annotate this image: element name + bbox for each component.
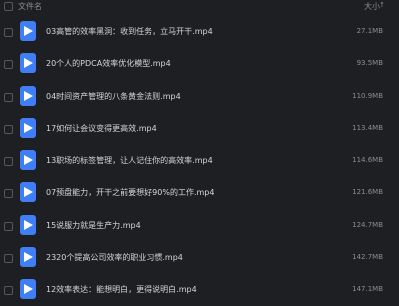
file-row[interactable]: 12效率表达：能想明白，更得说明白.mp4 147.1MB <box>0 274 399 306</box>
file-name[interactable]: 15说服力就是生产力.mp4 <box>46 220 141 231</box>
file-name[interactable]: 2320个提高公司效率的职业习惯.mp4 <box>46 252 183 263</box>
file-row[interactable]: 20个人的PDCA效率优化模型.mp4 93.5MB <box>0 48 399 80</box>
file-row[interactable]: 2320个提高公司效率的职业习惯.mp4 142.7MB <box>0 242 399 274</box>
row-checkbox[interactable] <box>4 125 13 134</box>
row-checkbox[interactable] <box>4 93 13 102</box>
row-checkbox[interactable] <box>4 189 13 198</box>
video-file-icon <box>20 118 36 138</box>
row-checkbox[interactable] <box>4 60 13 69</box>
video-file-icon <box>20 182 36 202</box>
file-name[interactable]: 12效率表达：能想明白，更得说明白.mp4 <box>46 284 197 295</box>
file-row[interactable]: 04时间资产管理的八条黄金法则.mp4 110.9MB <box>0 81 399 113</box>
file-row[interactable]: 13职场的标签管理，让人记住你的高效率.mp4 114.6MB <box>0 145 399 177</box>
row-checkbox[interactable] <box>4 254 13 263</box>
select-all-checkbox[interactable] <box>4 2 13 11</box>
file-name[interactable]: 07预盘能力，开干之前要想好90%的工作.mp4 <box>46 187 214 198</box>
video-file-icon <box>20 279 36 299</box>
file-size: 147.1MB <box>352 285 383 293</box>
file-size: 142.7MB <box>352 253 383 261</box>
file-size: 110.9MB <box>352 92 383 100</box>
file-row[interactable]: 07预盘能力，开干之前要想好90%的工作.mp4 121.6MB <box>0 177 399 209</box>
video-file-icon <box>20 53 36 73</box>
file-size: 113.4MB <box>352 124 383 132</box>
video-file-icon <box>20 247 36 267</box>
column-header-name[interactable]: 文件名 <box>18 1 42 12</box>
file-size: 93.5MB <box>356 59 383 67</box>
file-row[interactable]: 15说服力就是生产力.mp4 124.7MB <box>0 210 399 242</box>
file-size: 27.1MB <box>356 27 383 35</box>
file-name[interactable]: 13职场的标签管理，让人记住你的高效率.mp4 <box>46 155 213 166</box>
file-list-header: 文件名 大小 ↑ <box>0 0 399 14</box>
file-size: 124.7MB <box>352 221 383 229</box>
file-row[interactable]: 17如何让会议变得更高效.mp4 113.4MB <box>0 113 399 145</box>
video-file-icon <box>20 86 36 106</box>
row-checkbox[interactable] <box>4 286 13 295</box>
column-header-size[interactable]: 大小 <box>364 1 380 12</box>
file-name[interactable]: 03高管的效率黑洞：收到任务，立马开干.mp4 <box>46 26 213 37</box>
sort-arrow-icon[interactable]: ↑ <box>379 1 385 9</box>
file-name[interactable]: 17如何让会议变得更高效.mp4 <box>46 123 157 134</box>
video-file-icon <box>20 21 36 41</box>
video-file-icon <box>20 215 36 235</box>
file-name[interactable]: 04时间资产管理的八条黄金法则.mp4 <box>46 91 181 102</box>
video-file-icon <box>20 150 36 170</box>
row-checkbox[interactable] <box>4 157 13 166</box>
file-size: 114.6MB <box>352 156 383 164</box>
row-checkbox[interactable] <box>4 28 13 37</box>
file-name[interactable]: 20个人的PDCA效率优化模型.mp4 <box>46 58 171 69</box>
file-row[interactable]: 03高管的效率黑洞：收到任务，立马开干.mp4 27.1MB <box>0 16 399 48</box>
row-checkbox[interactable] <box>4 222 13 231</box>
file-size: 121.6MB <box>352 188 383 196</box>
